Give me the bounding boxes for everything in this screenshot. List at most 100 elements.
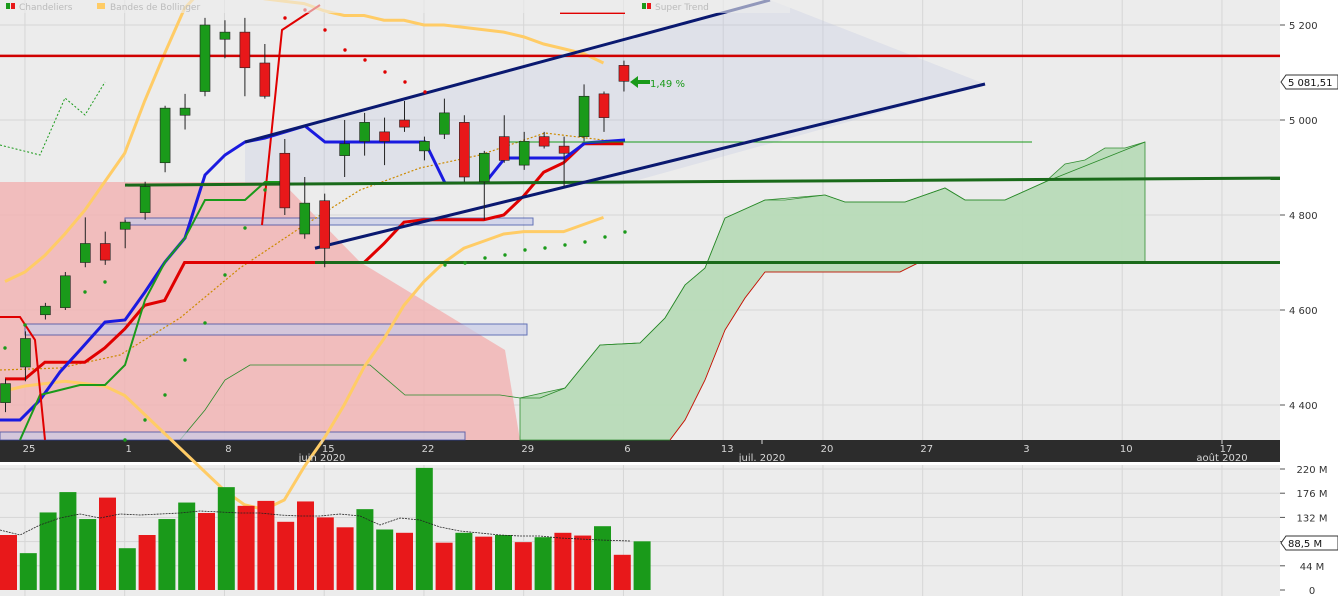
volume-bar-31 <box>613 554 631 590</box>
y-tick-label-3: 4 600 <box>1289 306 1318 317</box>
price-tag: 5 081,51 <box>1280 74 1338 90</box>
volume-bar-18 <box>356 509 374 590</box>
volume-bar-20 <box>396 532 413 590</box>
x-month-label-2: août 2020 <box>1196 452 1247 464</box>
volume-bar-5 <box>99 497 116 590</box>
x-month-label-0: juin 2020 <box>298 453 346 464</box>
y-tick-label-0: 5 200 <box>1289 21 1318 32</box>
volume-tag: 88,5 M <box>1280 535 1338 551</box>
sar-dot-20 <box>403 80 407 84</box>
x-tick-label-7: 13 <box>721 444 734 455</box>
sar-dot-23 <box>463 261 467 265</box>
sar-dot-25 <box>503 253 507 257</box>
sar-dot-30 <box>603 235 607 239</box>
volume-bar-8 <box>158 519 176 590</box>
volume-bar-32 <box>633 541 651 590</box>
legend-bollinger-label: Bandes de Bollinger <box>110 3 200 13</box>
legend-bar: Chandeliers Bandes de Bollinger Super Tr… <box>0 0 790 13</box>
volume-bar-1 <box>19 553 37 590</box>
vol-y-tick-label-2: 132 M <box>1297 513 1328 524</box>
candle-body-19 <box>379 131 390 142</box>
sar-dot-22 <box>443 263 447 267</box>
legend-supertrend-label: Super Trend <box>655 3 709 13</box>
chart-canvas[interactable]: 25 1 8 15 22 29 6 13 20 27 3 10 17juin 2020 juil. 202… <box>0 0 1338 597</box>
candle-body-14 <box>279 152 291 209</box>
volume-bar-28 <box>554 532 572 590</box>
sar-dot-17 <box>343 48 347 52</box>
volume-bar-23 <box>455 532 473 590</box>
chart-root: 25 1 8 15 22 29 6 13 20 27 3 10 17 juin 2020 juil. 202… <box>0 0 1338 597</box>
candle-body-4 <box>80 243 91 263</box>
x-tick-label-0: 25 <box>23 444 36 455</box>
sar-dot-1 <box>23 323 27 327</box>
vol-y-tick-label-1: 176 M <box>1297 489 1328 500</box>
volume-bar-26 <box>514 542 532 590</box>
sar-dot-9 <box>183 358 187 362</box>
candle-body-23 <box>459 122 470 178</box>
volume-bar-4 <box>79 519 97 590</box>
x-tick-label-4: 22 <box>422 444 435 455</box>
candle-body-31 <box>618 65 630 82</box>
volume-bar-17 <box>336 527 354 590</box>
y-tick-label-1: 5 000 <box>1289 116 1318 127</box>
candle-body-2 <box>40 305 51 316</box>
sar-dot-4 <box>83 290 87 294</box>
x-tick-label-1: 1 <box>126 444 132 455</box>
sar-dot-29 <box>583 240 587 244</box>
volume-bar-14 <box>277 521 295 590</box>
sar-dot-7 <box>143 418 147 422</box>
volume-bar-16 <box>316 517 334 590</box>
candle-body-1 <box>20 338 31 368</box>
candle-body-15 <box>299 202 311 235</box>
sar-dot-13 <box>263 188 267 192</box>
legend-chandeliers-icon <box>6 3 10 9</box>
volume-bar-7 <box>138 535 156 590</box>
volume-bar-24 <box>475 536 493 590</box>
x-tick-label-8: 20 <box>821 444 834 455</box>
x-tick-label-9: 27 <box>920 444 933 455</box>
candle-body-12 <box>239 31 251 69</box>
volume-bar-0 <box>0 535 17 590</box>
y-tick-label-4: 4 400 <box>1289 401 1318 412</box>
sar-dot-11 <box>223 273 227 277</box>
candle-body-9 <box>179 107 191 116</box>
candle-body-29 <box>578 95 590 137</box>
candle-body-16 <box>319 200 331 249</box>
x-tick-label-5: 29 <box>521 444 534 455</box>
x-tick-label-6: 6 <box>624 444 630 455</box>
volume-bar-27 <box>534 537 552 590</box>
volume-bar-3 <box>59 492 77 590</box>
x-tick-label-2: 8 <box>225 444 231 455</box>
candle-body-6 <box>119 221 131 230</box>
sar-dot-27 <box>543 246 547 250</box>
candle-body-25 <box>498 136 510 161</box>
legend-supertrend-icon-red <box>647 3 651 9</box>
candle-body-20 <box>399 119 410 128</box>
volume-bar-30 <box>594 526 611 590</box>
volume-bar-19 <box>376 529 394 590</box>
candle-body-24 <box>478 152 490 183</box>
sar-dot-8 <box>163 393 167 397</box>
sar-dot-14 <box>283 16 287 20</box>
volume-bar-12 <box>237 505 255 590</box>
volume-bar-6 <box>118 548 136 590</box>
candle-body-0 <box>0 383 11 403</box>
sar-dot-18 <box>363 58 367 62</box>
candle-body-28 <box>558 145 570 154</box>
candle-body-21 <box>419 141 430 152</box>
sar-dot-19 <box>383 70 387 74</box>
x-tick-label-10: 3 <box>1023 444 1029 455</box>
candle-body-27 <box>538 136 550 147</box>
change-annotation-text: 1,49 % <box>650 79 685 90</box>
volume-bar-29 <box>574 535 592 590</box>
candle-body-8 <box>159 107 171 164</box>
volume-bar-22 <box>435 542 453 590</box>
volume-bar-9 <box>178 502 196 590</box>
legend-bollinger-icon <box>97 3 105 9</box>
legend-supertrend-icon <box>642 3 646 9</box>
legend-chandeliers-icon-red <box>11 3 15 9</box>
sar-dot-26 <box>523 248 527 252</box>
sar-dot-16 <box>323 28 327 32</box>
candle-body-3 <box>60 275 71 308</box>
candle-body-18 <box>359 122 370 142</box>
